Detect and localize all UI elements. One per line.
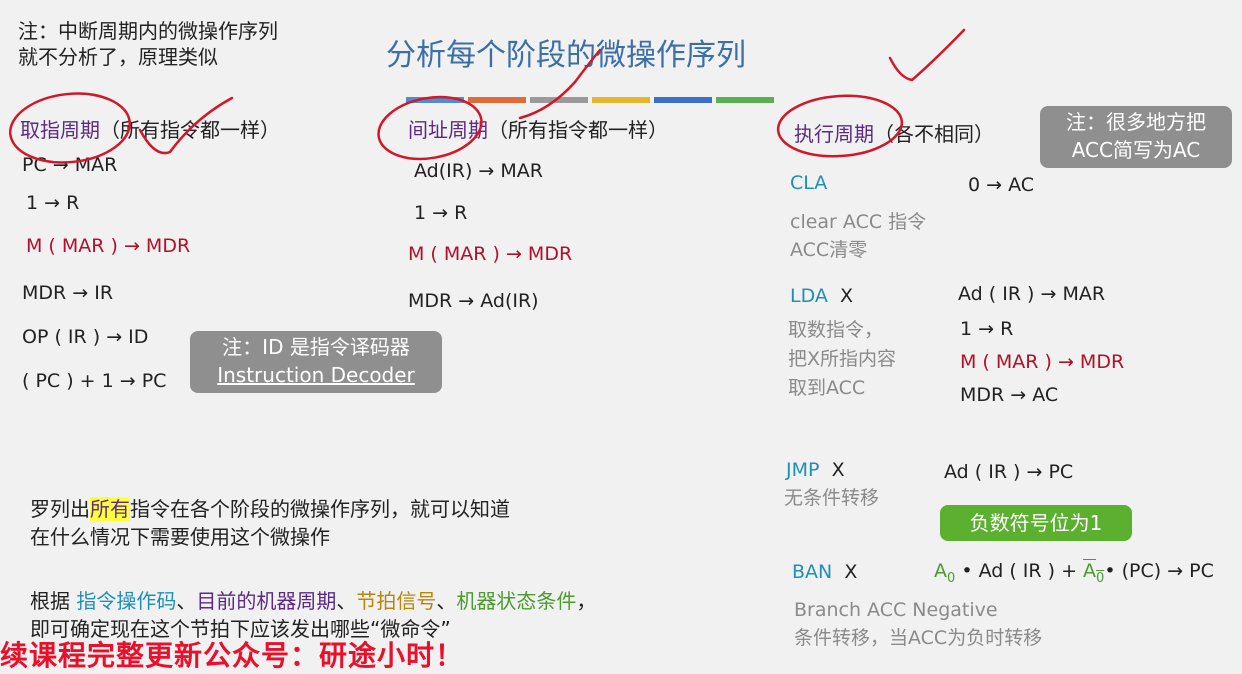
lda-name: LDA — [790, 285, 828, 307]
ban-name: BAN — [792, 561, 833, 583]
lda-description: 取数指令， 把X所指内容 取到ACC — [788, 316, 896, 403]
acc-callout: 注：很多地方把 ACC简写为AC — [1040, 106, 1232, 168]
title-bar-segment-4 — [592, 97, 650, 103]
indirect-step: 1 → R — [414, 202, 468, 224]
top-note-line-1: 注：中断周期内的微操作序列 — [18, 19, 278, 43]
jmp-instruction: JMP X — [786, 459, 845, 481]
execute-cycle-heading: 执行周期 — [794, 122, 874, 146]
summary-block: 罗列出所有指令在各个阶段的微操作序列，就可以知道 在什么情况下需要使用这个微操作 — [30, 495, 510, 551]
title-bar-segment-2 — [468, 97, 526, 103]
criteria-line: 根据 指令操作码、目前的机器周期、节拍信号、机器状态条件， — [30, 587, 596, 615]
cla-desc-line: clear ACC 指令 — [790, 211, 927, 233]
fetch-step: M ( MAR ) → MDR — [26, 235, 191, 257]
lda-desc-line: 取到ACC — [788, 377, 866, 399]
summary-line-2: 在什么情况下需要使用这个微操作 — [30, 525, 330, 549]
lda-instruction: LDA X — [790, 285, 853, 307]
criteria-sep: ， — [576, 589, 597, 613]
a0-negated-term: A0 — [1083, 560, 1104, 586]
summary-line1-pre: 罗列出 — [30, 497, 90, 521]
cla-op: 0 → AC — [968, 174, 1035, 196]
criteria-machine-cycle: 目前的机器周期 — [196, 589, 337, 613]
title-bar-segment-3 — [530, 97, 588, 103]
criteria-sep: 、 — [436, 589, 457, 613]
cla-description: clear ACC 指令 ACC清零 — [790, 208, 926, 264]
jmp-description: 无条件转移 — [784, 487, 880, 509]
acc-callout-line-1: 注：很多地方把 — [1066, 110, 1206, 134]
ban-instruction: BAN X — [792, 561, 857, 583]
lda-arg: X — [839, 285, 854, 307]
lda-op: 1 → R — [960, 318, 1014, 340]
id-callout: 注：ID 是指令译码器 Instruction Decoder — [190, 331, 442, 393]
fetch-step: ( PC ) + 1 → PC — [22, 370, 167, 392]
title-bar-segment-6 — [716, 97, 774, 103]
fetch-cycle-header: 取指周期（所有指令都一样） — [20, 114, 280, 143]
promo-banner: 续课程完整更新公众号：研途小时！ — [0, 639, 465, 672]
lda-op: M ( MAR ) → MDR — [960, 351, 1125, 373]
cla-desc-line: ACC清零 — [790, 239, 868, 261]
fetch-step: PC → MAR — [22, 154, 118, 176]
a0-term: A0 — [934, 560, 955, 586]
top-note: 注：中断周期内的微操作序列 就不分析了，原理类似 — [18, 18, 278, 70]
lda-desc-line: 取数指令， — [788, 319, 884, 341]
ban-description: Branch ACC Negative 条件转移，当ACC为负时转移 — [794, 596, 1042, 652]
title-bar-segment-1 — [406, 97, 464, 103]
fetch-step: OP ( IR ) → ID — [22, 326, 149, 348]
a0-bar-letter: A — [1083, 560, 1097, 582]
summary-highlight: 所有 — [90, 497, 130, 521]
execute-cycle-header: 执行周期（各不相同） — [794, 118, 994, 147]
ban-arg: X — [844, 561, 858, 583]
fetch-step: 1 → R — [26, 192, 80, 214]
ban-op-end: • (PC) → PC — [1104, 560, 1214, 582]
lda-desc-line: 把X所指内容 — [788, 348, 897, 370]
summary-line1-post: 指令在各个阶段的微操作序列，就可以知道 — [130, 497, 510, 521]
jmp-arg: X — [831, 459, 845, 481]
ban-desc-line: Branch ACC Negative — [794, 599, 998, 621]
sign-bit-callout: 负数符号位为1 — [940, 505, 1132, 541]
a0-letter: A — [934, 560, 947, 582]
jmp-op: Ad ( IR ) → PC — [944, 461, 1074, 483]
ban-desc-line: 条件转移，当ACC为负时转移 — [794, 627, 1043, 649]
ban-op: A0 • Ad ( IR ) + A0• (PC) → PC — [934, 560, 1214, 586]
acc-callout-line-2: ACC简写为AC — [1071, 138, 1201, 162]
execute-cycle-note: （各不相同） — [874, 122, 994, 146]
page-title: 分析每个阶段的微操作序列 — [386, 38, 746, 73]
fetch-cycle-note: （所有指令都一样） — [100, 118, 280, 142]
lda-op: MDR → AC — [960, 384, 1059, 406]
criteria-pre: 根据 — [30, 589, 77, 613]
lda-op: Ad ( IR ) → MAR — [958, 283, 1106, 305]
id-callout-line-2: Instruction Decoder — [217, 363, 415, 387]
ban-op-mid: • Ad ( IR ) + — [961, 560, 1084, 582]
indirect-step: Ad(IR) → MAR — [414, 160, 543, 182]
title-bar-segment-5 — [654, 97, 712, 103]
cla-instruction: CLA — [790, 172, 828, 194]
criteria-machine-state: 机器状态条件 — [456, 589, 577, 613]
id-callout-line-1: 注：ID 是指令译码器 — [222, 335, 410, 359]
indirect-step: M ( MAR ) → MDR — [408, 243, 573, 265]
criteria-opcode: 指令操作码 — [76, 589, 177, 613]
fetch-cycle-heading: 取指周期 — [20, 118, 100, 142]
indirect-cycle-header: 间址周期（所有指令都一样） — [408, 114, 668, 143]
indirect-cycle-note: （所有指令都一样） — [488, 118, 668, 142]
top-note-line-2: 就不分析了，原理类似 — [18, 45, 218, 69]
criteria-sep: 、 — [176, 589, 197, 613]
a0-subscript: 0 — [947, 570, 956, 586]
top-right-check-mark — [888, 28, 966, 82]
criteria-sep: 、 — [336, 589, 357, 613]
indirect-step: MDR → Ad(IR) — [408, 290, 539, 312]
criteria-beat-signal: 节拍信号 — [356, 589, 437, 613]
title-color-bar — [406, 88, 774, 107]
jmp-name: JMP — [786, 459, 820, 481]
fetch-step: MDR → IR — [22, 282, 114, 304]
summary-line-1: 罗列出所有指令在各个阶段的微操作序列，就可以知道 — [30, 495, 510, 523]
indirect-cycle-heading: 间址周期 — [408, 118, 488, 142]
